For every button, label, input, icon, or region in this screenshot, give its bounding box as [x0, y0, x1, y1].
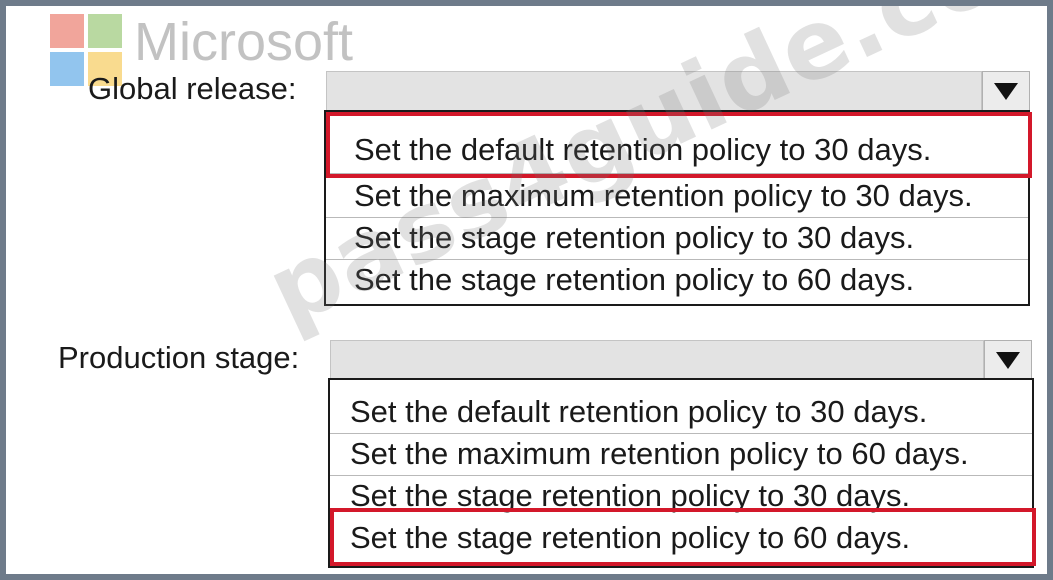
global-release-option-4[interactable]: Set the stage retention policy to 60 day… [326, 260, 1028, 302]
global-release-option-2[interactable]: Set the maximum retention policy to 30 d… [326, 176, 1028, 218]
global-release-option-3[interactable]: Set the stage retention policy to 30 day… [326, 218, 1028, 260]
answer-area: Microsoft Global release: Set the defaul… [6, 6, 1047, 574]
global-release-selection-highlight [326, 112, 1032, 178]
production-stage-option-2[interactable]: Set the maximum retention policy to 60 d… [330, 434, 1032, 476]
logo-tile-red [50, 14, 84, 48]
production-stage-dropdown-button[interactable] [984, 340, 1032, 380]
chevron-down-icon [996, 351, 1020, 369]
global-release-label: Global release: [88, 71, 297, 106]
production-stage-selection-highlight [330, 508, 1036, 566]
chevron-down-icon [994, 82, 1018, 100]
production-stage-dropdown[interactable] [330, 340, 984, 380]
global-release-dropdown[interactable] [326, 71, 982, 111]
production-stage-option-3[interactable]: Set the stage retention policy to 30 day… [330, 476, 1032, 513]
logo-tile-blue [50, 52, 84, 86]
logo-wordmark: Microsoft [134, 12, 354, 72]
production-stage-option-1[interactable]: Set the default retention policy to 30 d… [330, 392, 1032, 434]
production-stage-label: Production stage: [58, 340, 300, 375]
global-release-dropdown-button[interactable] [982, 71, 1030, 111]
logo-tile-green [88, 14, 122, 48]
